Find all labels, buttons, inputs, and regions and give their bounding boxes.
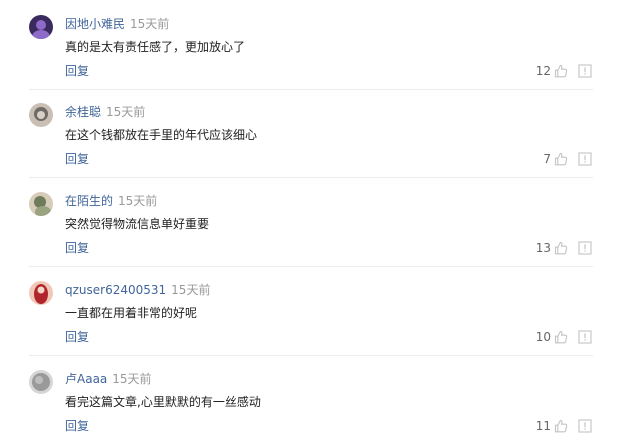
username[interactable]: 卢Aaaa 15天前 [65,370,152,388]
like-count: 11 [535,419,551,433]
comment-item: 在陌生的 15天前 突然觉得物流信息单好重要 回复 13 [0,179,633,268]
username-text[interactable]: 在陌生的 [65,194,113,208]
report-icon[interactable] [578,419,592,433]
username[interactable]: 因地小难民 15天前 [65,15,169,33]
comment-text: 一直都在用着非常的好呢 [65,306,198,320]
comment-actions: 11 [536,417,592,435]
avatar[interactable] [29,192,53,216]
comment-actions: 7 [543,150,592,168]
comment-time: 15天前 [171,283,211,297]
thumbs-up-icon[interactable] [554,152,568,166]
divider [29,355,593,356]
comment-item: qzuser62400531 15天前 一直都在用着非常的好呢 回复 10 [0,268,633,357]
thumbs-up-icon[interactable] [554,64,568,78]
comment-text: 看完这篇文章,心里默默的有一丝感动 [65,395,261,409]
report-icon[interactable] [578,241,592,255]
reply-button[interactable]: 回复 [65,62,89,80]
like-count: 10 [535,330,551,344]
comment-text: 突然觉得物流信息单好重要 [65,217,210,231]
comment-time: 15天前 [112,372,152,386]
comment-text: 在这个钱都放在手里的年代应该细心 [65,128,258,142]
like-count: 13 [535,241,551,255]
username-text[interactable]: 卢Aaaa [65,372,107,386]
username-text[interactable]: 因地小难民 [65,17,125,31]
like-count: 7 [543,152,551,166]
thumbs-up-icon[interactable] [554,330,568,344]
username-text[interactable]: qzuser62400531 [65,283,166,297]
username[interactable]: qzuser62400531 15天前 [65,281,210,299]
thumbs-up-icon[interactable] [554,241,568,255]
like-count: 12 [535,64,551,78]
comment-item: 余桂聪 15天前 在这个钱都放在手里的年代应该细心 回复 7 [0,90,633,179]
divider [29,266,593,267]
divider [29,177,593,178]
reply-button[interactable]: 回复 [65,239,89,257]
comment-time: 15天前 [130,17,170,31]
comment-item: 因地小难民 15天前 真的是太有责任感了，更加放心了 回复 12 [0,2,633,91]
comment-time: 15天前 [106,105,146,119]
report-icon[interactable] [578,330,592,344]
comment-item: 卢Aaaa 15天前 看完这篇文章,心里默默的有一丝感动 回复 11 [0,357,633,446]
username-text[interactable]: 余桂聪 [65,105,101,119]
comment-actions: 12 [536,62,592,80]
avatar[interactable] [29,103,53,127]
avatar[interactable] [29,281,53,305]
comment-actions: 10 [536,328,592,346]
report-icon[interactable] [578,64,592,78]
username[interactable]: 余桂聪 15天前 [65,103,145,121]
avatar[interactable] [29,370,53,394]
avatar[interactable] [29,15,53,39]
comment-time: 15天前 [118,194,158,208]
comment-text: 真的是太有责任感了，更加放心了 [65,40,246,54]
reply-button[interactable]: 回复 [65,150,89,168]
comment-actions: 13 [536,239,592,257]
thumbs-up-icon[interactable] [554,419,568,433]
report-icon[interactable] [578,152,592,166]
reply-button[interactable]: 回复 [65,417,89,435]
reply-button[interactable]: 回复 [65,328,89,346]
username[interactable]: 在陌生的 15天前 [65,192,157,210]
